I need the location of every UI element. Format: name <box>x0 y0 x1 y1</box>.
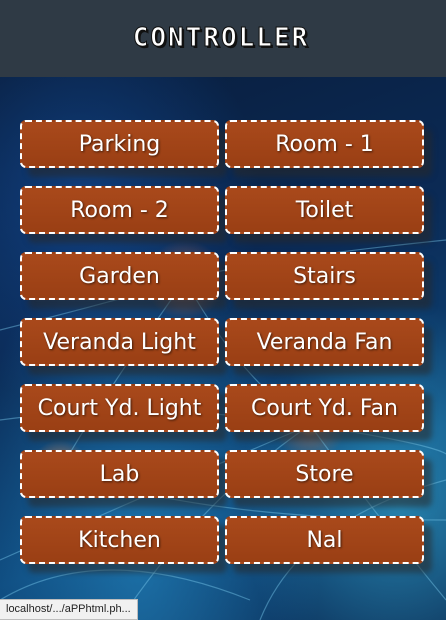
app-title: CONTROLLER <box>132 22 310 53</box>
status-bar-url: localhost/.../aPPhtml.ph... <box>0 599 138 620</box>
store-button[interactable]: Store <box>225 450 424 498</box>
court-yd-fan-button[interactable]: Court Yd. Fan <box>225 384 424 432</box>
room-1-button[interactable]: Room - 1 <box>225 120 424 168</box>
toilet-button[interactable]: Toilet <box>225 186 424 234</box>
room-2-button[interactable]: Room - 2 <box>20 186 219 234</box>
header-bar: CONTROLLER <box>0 0 446 77</box>
veranda-light-button[interactable]: Veranda Light <box>20 318 219 366</box>
lab-button[interactable]: Lab <box>20 450 219 498</box>
veranda-fan-button[interactable]: Veranda Fan <box>225 318 424 366</box>
parking-button[interactable]: Parking <box>20 120 219 168</box>
stairs-button[interactable]: Stairs <box>225 252 424 300</box>
nal-button[interactable]: Nal <box>225 516 424 564</box>
court-yd-light-button[interactable]: Court Yd. Light <box>20 384 219 432</box>
kitchen-button[interactable]: Kitchen <box>20 516 219 564</box>
garden-button[interactable]: Garden <box>20 252 219 300</box>
controller-grid: Parking Room - 1 Room - 2 Toilet Garden … <box>20 120 425 564</box>
